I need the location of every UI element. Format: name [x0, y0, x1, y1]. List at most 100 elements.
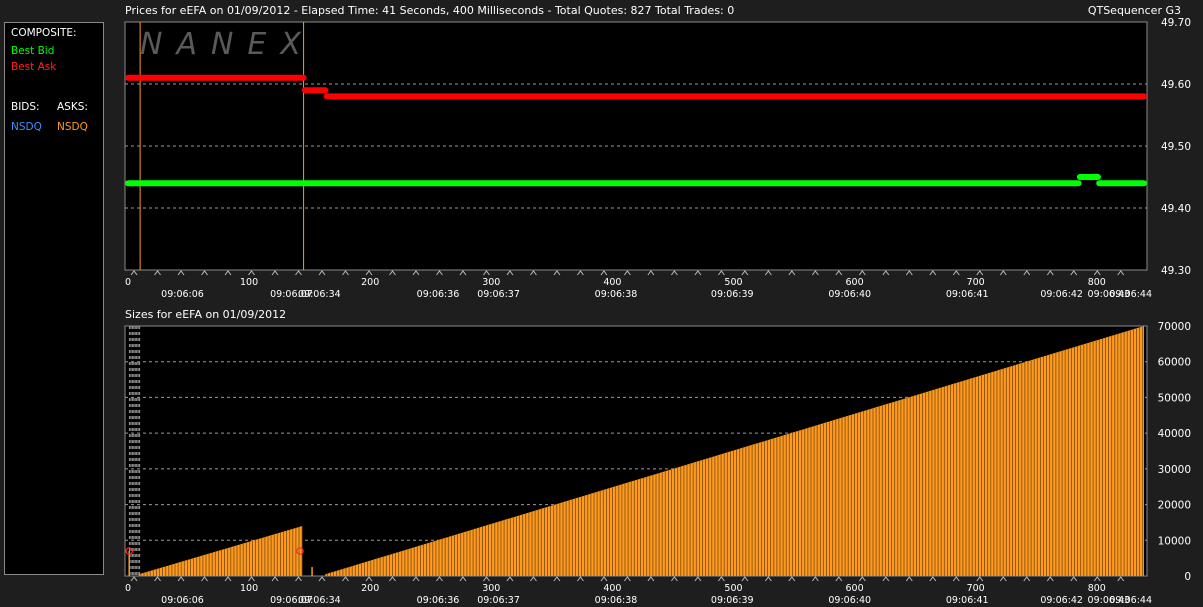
price-x-tick-label: 500 [724, 277, 742, 288]
price-time-label: 09:06:38 [595, 289, 638, 300]
sizes-y-tick-label: 30000 [1158, 464, 1191, 476]
price-time-label: 09:06:34 [298, 289, 341, 300]
price-x-tick-mark [1046, 270, 1054, 276]
sizes-x-tick-mark [412, 576, 420, 582]
sizes-x-tick-mark [342, 576, 349, 582]
price-x-tick-mark [154, 270, 161, 276]
sizes-time-label: 09:06:40 [828, 595, 871, 606]
price-x-tick-mark [177, 270, 185, 276]
sizes-x-tick-mark [764, 576, 772, 582]
sizes-x-tick-mark [694, 576, 702, 582]
sizes-x-tick-mark [154, 576, 161, 582]
sizes-x-tick-mark [553, 576, 561, 582]
price-y-tick-label: 49.30 [1161, 265, 1191, 277]
price-x-tick-mark [811, 270, 819, 276]
sizes-x-tick-mark [201, 576, 208, 582]
sizes-x-tick-mark [600, 576, 608, 582]
sizes-x-tick-mark [670, 576, 678, 582]
price-x-tick-mark [459, 270, 467, 276]
sizes-x-tick-mark [389, 576, 396, 582]
sizes-x-tick-mark [647, 576, 655, 582]
sizes-x-tick-label: 500 [724, 583, 742, 594]
price-time-label: 09:06:37 [477, 289, 520, 300]
sizes-x-tick-mark [1023, 576, 1031, 582]
sizes-x-tick-mark [811, 576, 819, 582]
sizes-x-tick-mark [1117, 576, 1125, 582]
price-x-tick-label: 300 [482, 277, 500, 288]
price-x-tick-mark [1023, 270, 1031, 276]
price-x-tick-mark [741, 270, 749, 276]
sizes-time-label: 09:06:34 [298, 595, 341, 606]
sizes-x-tick-mark [365, 576, 373, 582]
sizes-x-tick-mark [1093, 576, 1101, 582]
sizes-x-tick-mark [999, 576, 1007, 582]
price-y-tick-label: 49.70 [1161, 17, 1191, 29]
sizes-x-tick-mark [905, 576, 913, 582]
sizes-x-tick-mark [1070, 576, 1078, 582]
price-time-label: 09:06:41 [946, 289, 989, 300]
price-x-tick-mark [530, 270, 537, 276]
sizes-x-tick-mark [248, 576, 255, 582]
price-time-label: 09:06:42 [1040, 289, 1083, 300]
price-time-label: 09:06:40 [828, 289, 871, 300]
sizes-x-tick-mark [624, 576, 631, 582]
price-time-label: 09:06:44 [1109, 289, 1152, 300]
price-x-tick-mark [389, 270, 396, 276]
price-x-tick-mark [788, 270, 796, 276]
sizes-x-tick-mark [295, 576, 302, 582]
price-x-tick-mark [976, 270, 984, 276]
price-x-tick-mark [295, 270, 302, 276]
price-x-tick-mark [905, 270, 913, 276]
sizes-x-tick-mark [318, 576, 326, 582]
price-x-tick-mark [600, 270, 608, 276]
sizes-x-tick-mark [177, 576, 185, 582]
price-x-tick-mark [342, 270, 349, 276]
sizes-x-tick-label: 800 [1088, 583, 1106, 594]
sizes-x-tick-label: 700 [967, 583, 985, 594]
sizes-x-tick-mark [436, 576, 443, 582]
sizes-y-tick-label: 20000 [1158, 500, 1191, 512]
price-y-tick-label: 49.40 [1161, 203, 1191, 215]
sizes-time-label: 09:06:42 [1040, 595, 1083, 606]
price-x-tick-mark [506, 270, 514, 276]
price-x-tick-mark [365, 270, 373, 276]
sizes-x-tick-label: 100 [240, 583, 258, 594]
price-x-tick-mark [1093, 270, 1101, 276]
sizes-x-tick-label: 0 [125, 583, 131, 594]
price-x-tick-mark [858, 270, 866, 276]
sizes-time-label: 09:06:39 [711, 595, 754, 606]
price-x-tick-mark [201, 270, 208, 276]
sizes-x-tick-mark [835, 576, 843, 582]
price-x-tick-mark [882, 270, 890, 276]
sizes-x-tick-mark [976, 576, 984, 582]
sizes-x-tick-mark [483, 576, 490, 582]
sizes-time-label: 09:06:38 [595, 595, 638, 606]
price-x-tick-mark [694, 270, 702, 276]
price-x-tick-label: 600 [846, 277, 864, 288]
sizes-x-tick-mark [224, 576, 232, 582]
sizes-time-label: 09:06:41 [946, 595, 989, 606]
price-x-tick-mark [764, 270, 772, 276]
sizes-y-tick-label: 0 [1184, 571, 1191, 583]
sizes-x-tick-mark [717, 576, 725, 582]
sizes-x-tick-mark [882, 576, 890, 582]
price-x-tick-label: 0 [125, 277, 131, 288]
price-time-label: 09:06:06 [161, 289, 204, 300]
price-time-label: 09:06:36 [417, 289, 460, 300]
price-y-tick-label: 49.50 [1161, 141, 1191, 153]
charts-canvas: 49.70 49.60 49.50 49.40 49.30 NANEX 0 100 200 300… [124, 17, 1191, 606]
price-x-tick-mark [624, 270, 631, 276]
price-x-tick-mark [271, 270, 279, 276]
price-x-tick-mark [1117, 270, 1125, 276]
sizes-x-tick-label: 600 [846, 583, 864, 594]
sizes-x-tick-mark [130, 576, 138, 582]
sizes-x-tick-mark [858, 576, 866, 582]
price-x-tick-mark [436, 270, 443, 276]
price-x-tick-label: 400 [603, 277, 621, 288]
sizes-y-tick-label: 60000 [1158, 357, 1191, 369]
sizes-time-label: 09:06:36 [417, 595, 460, 606]
sizes-x-tick-label: 200 [361, 583, 379, 594]
price-time-label: 09:06:39 [711, 289, 754, 300]
price-x-tick-mark [248, 270, 255, 276]
nanex-watermark: NANEX [140, 27, 315, 62]
